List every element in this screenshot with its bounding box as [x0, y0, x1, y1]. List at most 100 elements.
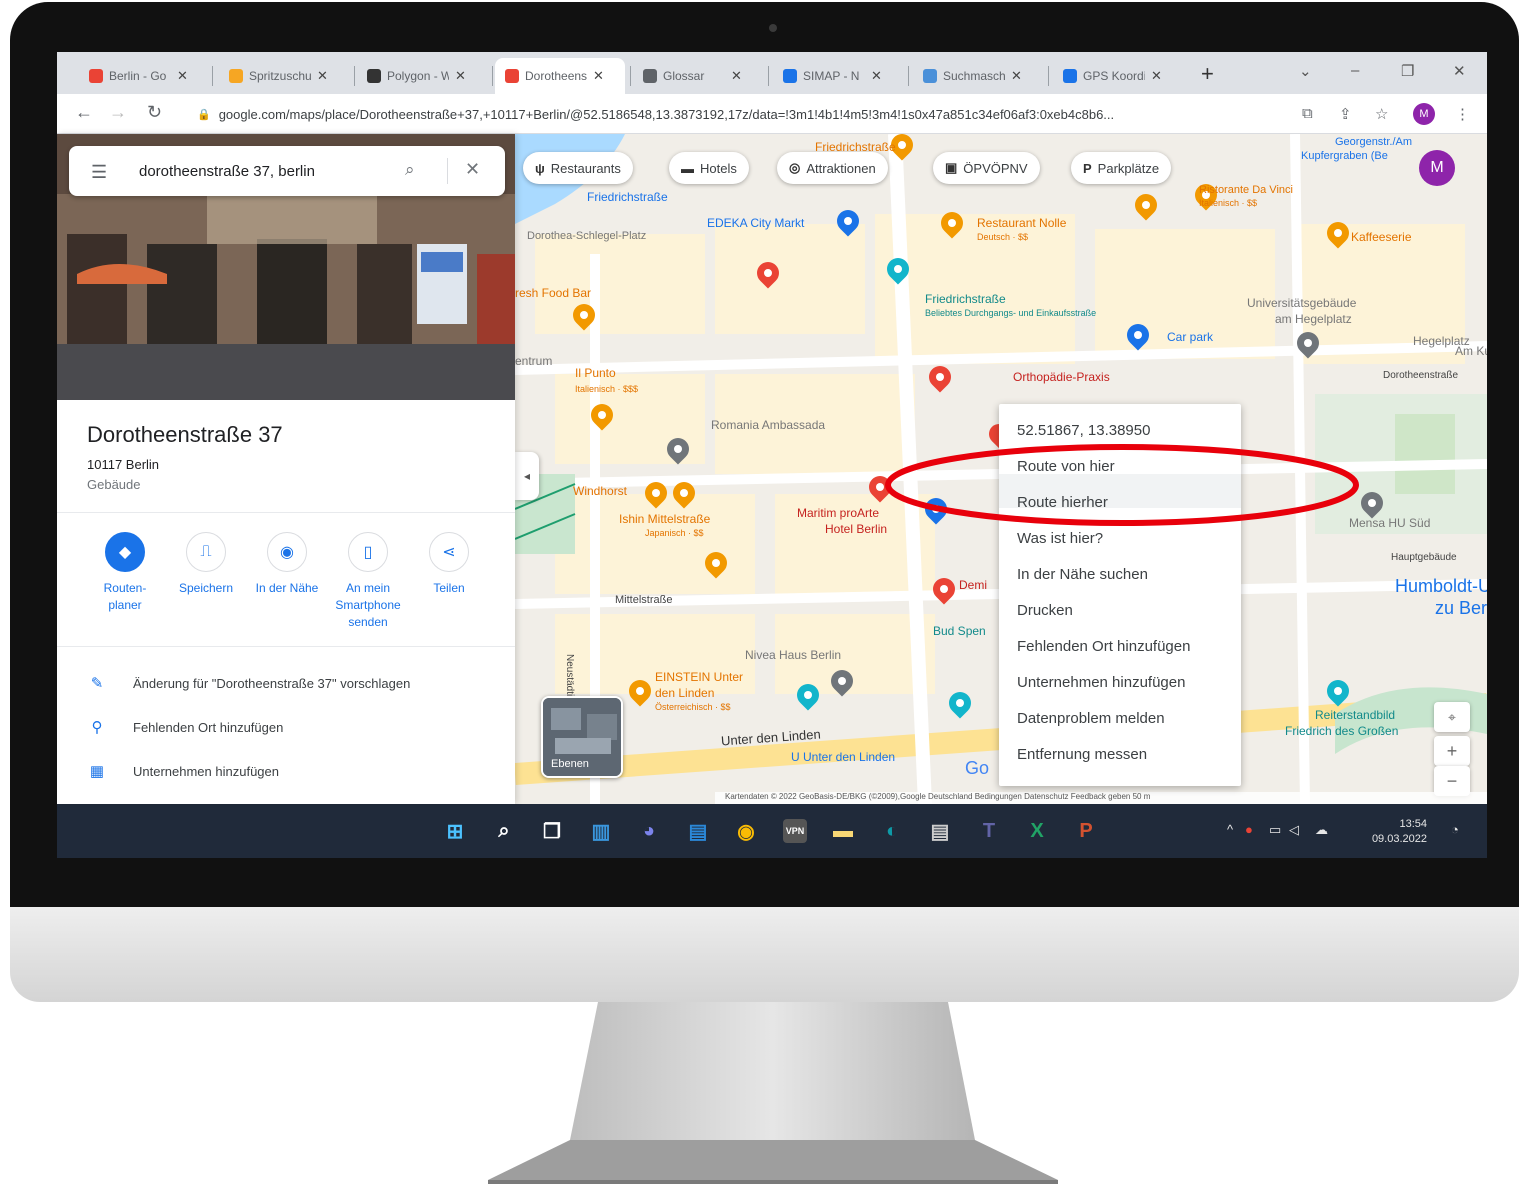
address-bar: ← → ↻ 🔒 google.com/maps/place/Dorotheens… [57, 94, 1487, 134]
browser-tab[interactable]: Suchmasch ✕ [913, 58, 1043, 94]
close-tab-icon[interactable]: ✕ [177, 68, 188, 84]
widgets-icon[interactable]: ▥ [589, 819, 613, 843]
tab-search-icon[interactable]: ⌄ [1299, 62, 1312, 80]
zoom-in-button[interactable]: + [1434, 736, 1470, 766]
map-label: entrum [515, 354, 553, 368]
my-location-button[interactable]: ⌖ [1434, 702, 1470, 732]
panel-list-item[interactable]: ▦ Unternehmen hinzufügen [87, 762, 279, 780]
close-tab-icon[interactable]: ✕ [317, 68, 328, 84]
context-menu-item[interactable]: Datenproblem melden [1017, 710, 1165, 727]
tab-separator [492, 66, 493, 86]
vpn-icon[interactable]: VPN [783, 819, 807, 843]
excel-icon[interactable]: X [1025, 819, 1049, 843]
hamburger-menu-icon[interactable]: ☰ [91, 162, 107, 183]
close-window-button[interactable]: ✕ [1453, 62, 1466, 80]
browser-tab[interactable]: Dorotheens ✕ [495, 58, 625, 94]
new-tab-button[interactable]: + [1201, 61, 1214, 87]
map-label: am Hegelplatz [1275, 312, 1352, 326]
context-menu: 52.51867, 13.38950 Route von hier Route hi… [999, 404, 1241, 786]
chevron-up-icon[interactable]: ^ [1227, 822, 1233, 837]
search-input[interactable]: dorotheenstraße 37, berlin [139, 163, 315, 180]
filter-chip[interactable]: ◎ Attraktionen [777, 152, 888, 184]
network-icon[interactable]: ☁ [1315, 822, 1328, 838]
file-explorer-icon[interactable]: ▬ [831, 819, 855, 843]
action-share-button[interactable]: ⋖ Teilen [409, 532, 489, 597]
context-menu-item[interactable]: In der Nähe suchen [1017, 566, 1148, 583]
back-arrow-icon[interactable]: ← [75, 102, 93, 123]
profile-avatar[interactable]: M [1413, 103, 1435, 125]
restore-button[interactable]: ❐ [1401, 62, 1414, 80]
tab-label: Berlin - Go [109, 69, 167, 83]
panel-list-item[interactable]: ✎ Änderung für "Dorotheenstraße 37" vorsc… [87, 674, 411, 692]
system-clock[interactable]: 13:54 09.03.2022 [1367, 817, 1427, 847]
edge-icon[interactable]: ◐ [880, 819, 904, 843]
close-tab-icon[interactable]: ✕ [731, 68, 742, 84]
action-send-to-phone-button[interactable]: ▯ An mein Smartphone senden [328, 532, 408, 631]
browser-tab[interactable]: SIMAP - N ✕ [773, 58, 903, 94]
url-field[interactable]: 🔒 google.com/maps/place/Dorotheenstraße+… [187, 100, 1287, 128]
map-label: Universitätsgebäude [1247, 296, 1357, 310]
reload-icon[interactable]: ↻ [147, 102, 162, 123]
search-icon[interactable]: ⌕ [492, 819, 516, 843]
browser-tab[interactable]: GPS Koordi ✕ [1053, 58, 1183, 94]
close-tab-icon[interactable]: ✕ [593, 68, 604, 84]
context-menu-item[interactable]: Route von hier [1017, 458, 1115, 475]
search-engine-icon [923, 69, 937, 83]
microsoft-store-icon[interactable]: ▤ [686, 819, 710, 843]
context-menu-item[interactable]: Unternehmen hinzufügen [1017, 674, 1185, 691]
filter-chip[interactable]: ψ Restaurants [523, 152, 633, 184]
coordinates-menu-item[interactable]: 52.51867, 13.38950 [1017, 422, 1150, 439]
browser-tab[interactable]: Berlin - Go ✕ [79, 58, 207, 94]
map-label: Georgenstr./Am [1335, 136, 1413, 148]
map-label: Kaffeeserie [1351, 230, 1412, 244]
screen: Berlin - Go ✕ Spritzuschu ✕ Polygon - W ✕ Doro… [57, 52, 1487, 858]
monitor-tray-icon[interactable]: ▭ [1269, 822, 1281, 838]
map-canvas[interactable]: ψ Restaurants ▬ Hotels ◎ Attraktionen ▣ ÖPVÖPNV… [515, 134, 1487, 804]
chip-label: Attraktionen [806, 160, 876, 176]
collapse-panel-button[interactable]: ◂ [515, 452, 539, 500]
action-label: In der Nähe [255, 581, 319, 595]
task-view-icon[interactable]: ❐ [540, 819, 564, 843]
teams-chat-icon[interactable]: ◕ [637, 819, 661, 843]
context-menu-item[interactable]: Drucken [1017, 602, 1073, 619]
notification-icon[interactable]: ◔ [1451, 822, 1459, 837]
action-bookmark-button[interactable]: ⎍ Speichern [166, 532, 246, 597]
powerpoint-icon[interactable]: P [1074, 819, 1098, 843]
chrome-icon[interactable]: ◉ [734, 819, 758, 843]
maps-pin-icon [89, 69, 103, 83]
layers-button[interactable]: Ebenen [541, 696, 623, 778]
filter-chip[interactable]: ▣ ÖPVÖPNV [933, 152, 1040, 184]
tab-label: Suchmasch [943, 69, 1005, 83]
context-menu-item[interactable]: Entfernung messen [1017, 746, 1147, 763]
close-tab-icon[interactable]: ✕ [1151, 68, 1162, 84]
antivirus-tray-icon[interactable]: ● [1245, 822, 1253, 837]
browser-tab[interactable]: Glossar ✕ [633, 58, 763, 94]
context-menu-item[interactable]: Fehlenden Ort hinzufügen [1017, 638, 1190, 655]
action-label: Teilen [433, 581, 465, 595]
account-avatar[interactable]: M [1419, 150, 1455, 186]
minimize-button[interactable]: – [1351, 62, 1359, 79]
close-tab-icon[interactable]: ✕ [455, 68, 466, 84]
teams-icon[interactable]: T [977, 819, 1001, 843]
search-icon[interactable]: ⌕ [405, 160, 415, 180]
close-tab-icon[interactable]: ✕ [871, 68, 882, 84]
action-nearby-button[interactable]: ◉ In der Nähe [247, 532, 327, 597]
filter-chip[interactable]: ▬ Hotels [669, 152, 749, 184]
install-app-icon[interactable]: ⧉ [1302, 105, 1313, 122]
panel-list-item[interactable]: ⚲ Fehlenden Ort hinzufügen [87, 718, 284, 736]
windows-start-icon[interactable]: ⊞ [443, 819, 467, 843]
bookmark-star-icon[interactable]: ☆ [1375, 105, 1388, 123]
context-menu-item[interactable]: Route hierher [1017, 494, 1108, 511]
forward-arrow-icon[interactable]: → [109, 102, 127, 123]
action-directions-button[interactable]: ◆ Routen- planer [85, 532, 165, 614]
browser-tab[interactable]: Spritzuschu ✕ [219, 58, 349, 94]
close-icon[interactable]: ✕ [465, 159, 480, 180]
share-page-icon[interactable]: ⇪ [1339, 105, 1352, 123]
filter-chip[interactable]: P Parkplätze [1071, 152, 1172, 184]
notepad-icon[interactable]: ▤ [928, 819, 952, 843]
close-tab-icon[interactable]: ✕ [1011, 68, 1022, 84]
browser-tab[interactable]: Polygon - W ✕ [357, 58, 487, 94]
context-menu-item[interactable]: Was ist hier? [1017, 530, 1103, 547]
volume-icon[interactable]: ◁ [1289, 822, 1299, 838]
browser-menu-icon[interactable]: ⋮ [1455, 105, 1470, 123]
